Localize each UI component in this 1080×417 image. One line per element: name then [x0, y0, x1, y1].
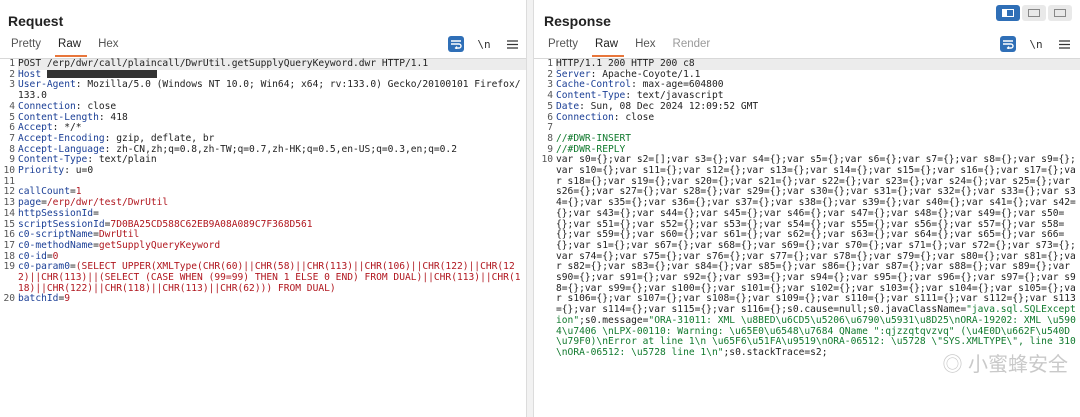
line-number: 19 — [3, 261, 15, 273]
watermark-text: ◎ 小蜜蜂安全 — [942, 354, 1068, 376]
wrap-lines-icon[interactable] — [1000, 36, 1016, 52]
code-line: 17 c0-methodName=getSupplyQueryKeyword — [0, 239, 526, 252]
line-text: Priority: u=0 — [18, 165, 94, 177]
rows-icon — [1028, 9, 1040, 17]
response-pane: Response Pretty Raw Hex Render \n 1 HTTP/1.1… — [534, 0, 1080, 417]
wrap-lines-icon[interactable] — [448, 36, 464, 52]
tab-hex[interactable]: Hex — [630, 36, 663, 56]
line-number: 14 — [3, 207, 15, 219]
watermark: ◎ 小蜜蜂安全 — [942, 348, 1068, 377]
line-text: Connection: close — [556, 111, 655, 123]
tab-render[interactable]: Render — [668, 36, 719, 56]
line-text — [18, 177, 526, 188]
code-line: 10 var s0={};var s2=[];var s3={};var s4={… — [534, 154, 1080, 358]
tab-raw[interactable]: Raw — [53, 36, 89, 57]
line-text: //#DWR-INSERT — [556, 132, 632, 144]
response-tabs: Pretty Raw Hex Render — [543, 36, 719, 57]
code-line: 6 Connection: close — [534, 111, 1080, 124]
line-text: batchId=9 — [18, 293, 70, 305]
layout-switcher — [996, 5, 1072, 21]
show-newlines-toggle[interactable]: \n — [476, 36, 492, 52]
code-line: 20 batchId=9 — [0, 294, 526, 305]
show-newlines-toggle[interactable]: \n — [1028, 36, 1044, 52]
line-text — [556, 123, 1080, 134]
hamburger-icon[interactable] — [1056, 36, 1072, 52]
tabs-icon — [1054, 9, 1066, 17]
request-title: Request — [8, 13, 64, 29]
tab-pretty[interactable]: Pretty — [6, 36, 49, 56]
code-line: 19 c0-param0=(SELECT UPPER(XMLType(CHR(60… — [0, 261, 526, 294]
line-text: Content-Length: 418 — [18, 111, 128, 123]
tab-hex[interactable]: Hex — [93, 36, 126, 56]
line-number: 4 — [9, 100, 15, 112]
request-pane: Request Pretty Raw Hex \n 1 POST /erp/dwr/c… — [0, 0, 526, 417]
line-number: 20 — [3, 293, 15, 305]
request-toolbar: \n — [448, 36, 520, 52]
response-toolbar: \n — [1000, 36, 1072, 52]
line-text: var s0={};var s2=[];var s3={};var s4={};… — [556, 154, 1076, 358]
line-text: POST /erp/dwr/call/plaincall/DwrUtil.get… — [18, 58, 526, 70]
line-number: 5 — [547, 100, 553, 112]
line-number: 3 — [9, 79, 15, 91]
tab-raw[interactable]: Raw — [590, 36, 626, 57]
request-editor[interactable]: 1 POST /erp/dwr/call/plaincall/DwrUtil.ge… — [0, 58, 526, 417]
code-line: 3 User-Agent: Mozilla/5.0 (Windows NT 10.… — [0, 79, 526, 102]
hamburger-icon[interactable] — [504, 36, 520, 52]
tab-pretty[interactable]: Pretty — [543, 36, 586, 56]
code-line: 1 POST /erp/dwr/call/plaincall/DwrUtil.ge… — [0, 58, 526, 70]
layout-tabs-button[interactable] — [1048, 5, 1072, 21]
line-text: Content-Type: text/plain — [18, 154, 157, 166]
layout-side-by-side-button[interactable] — [996, 5, 1020, 21]
line-number: 10 — [541, 154, 553, 166]
redacted-host — [46, 69, 157, 78]
layout-stacked-button[interactable] — [1022, 5, 1046, 21]
line-text: c0-methodName=getSupplyQueryKeyword — [18, 239, 221, 251]
request-tabs: Pretty Raw Hex — [6, 36, 127, 57]
line-text: User-Agent: Mozilla/5.0 (Windows NT 10.0… — [18, 79, 521, 102]
code-line: 10 Priority: u=0 — [0, 165, 526, 177]
response-title: Response — [544, 13, 611, 29]
line-text: c0-param0=(SELECT UPPER(XMLType(CHR(60)|… — [18, 261, 521, 294]
pane-splitter[interactable] — [526, 0, 534, 417]
columns-icon — [1002, 9, 1014, 17]
